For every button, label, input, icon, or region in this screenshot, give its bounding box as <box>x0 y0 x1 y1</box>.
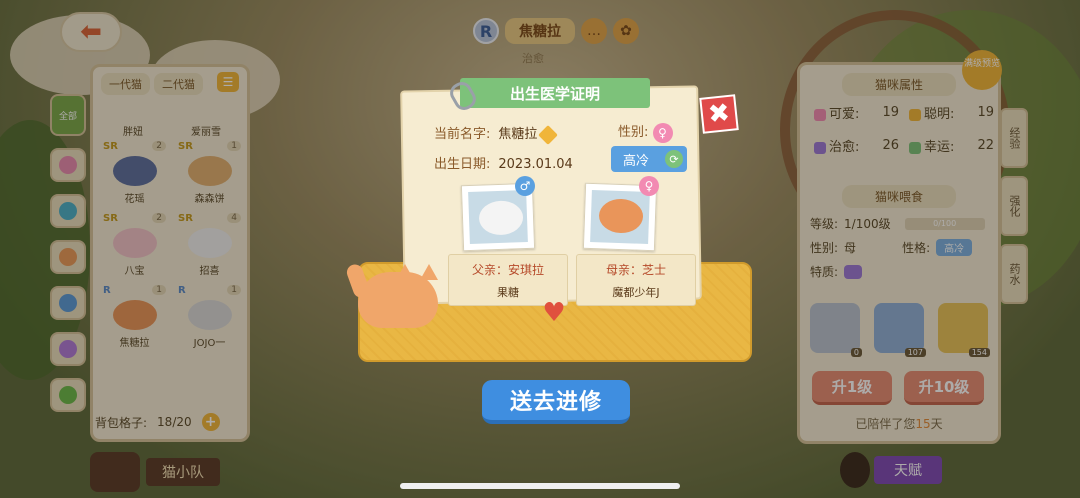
father-label: 父亲：安琪拉 <box>471 263 544 277</box>
mother-card: 母亲：芝士 魔都少年J <box>576 254 696 306</box>
certificate-title: 出生医学证明 <box>460 78 650 108</box>
pencil-icon[interactable] <box>538 124 559 145</box>
mother-owner: 魔都少年J <box>612 286 660 299</box>
female-icon: ♀ <box>639 176 659 196</box>
male-icon: ♂ <box>515 176 535 196</box>
gender-label: 性别: <box>618 125 649 140</box>
send-to-study-button[interactable]: 送去进修 <box>482 380 630 424</box>
name-label: 当前名字: <box>434 127 491 142</box>
cat-body <box>358 272 438 328</box>
personality-text: 高冷 <box>623 153 650 169</box>
refresh-icon[interactable]: ⟳ <box>665 150 683 168</box>
female-icon: ♀ <box>652 122 673 143</box>
close-button[interactable]: ✖ <box>699 94 739 134</box>
home-indicator[interactable] <box>400 483 680 489</box>
orange-cat-character <box>344 258 440 336</box>
birth-label: 出生日期: <box>434 157 491 172</box>
name-value: 焦糖拉 <box>498 127 538 142</box>
birth-value: 2023.01.04 <box>498 157 573 172</box>
personality-tag: 高冷 ⟳ <box>611 146 687 172</box>
mother-label: 母亲：芝士 <box>605 263 666 277</box>
heart-icon: ♥ <box>542 298 566 328</box>
name-field: 当前名字: 焦糖拉 <box>434 123 559 145</box>
gender-field: 性别: ♀ <box>618 121 673 143</box>
birth-field: 出生日期: 2023.01.04 <box>434 153 573 172</box>
